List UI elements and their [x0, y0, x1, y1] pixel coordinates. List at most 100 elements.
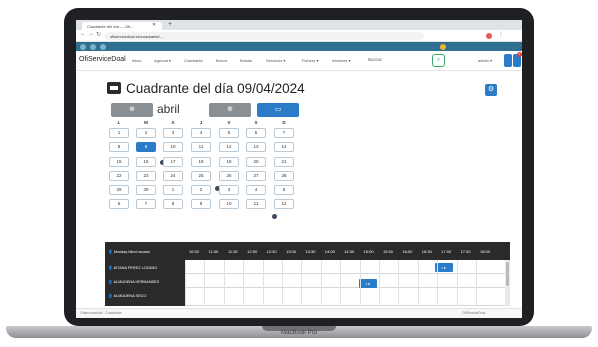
weekday-label: M	[144, 120, 148, 125]
menu-item-informes[interactable]: Informes ▾	[332, 58, 351, 63]
hour-label: 14:30	[344, 249, 355, 254]
hour-label: 12:30	[266, 249, 277, 254]
model-label: MacBook Pro	[280, 330, 317, 336]
calendar-day[interactable]: 10	[163, 142, 183, 152]
calendar-day[interactable]: 18	[191, 157, 211, 167]
menu-item-bolsas[interactable]: Bolsas	[240, 58, 252, 63]
calendar-day[interactable]: 8	[109, 142, 129, 152]
calendar-day[interactable]: 15	[109, 157, 129, 167]
bookmark-icon[interactable]	[100, 44, 106, 50]
worker-name[interactable]: 👤 ALMUDENA SECO	[105, 288, 185, 306]
bookmark-icon[interactable]	[90, 44, 96, 50]
tab-strip: Cuadrante del día — Ofi... ✕ +	[76, 20, 522, 30]
calendar-day[interactable]: 13	[246, 142, 266, 152]
schedule-row: 👤 ALMUDENA SECO	[105, 288, 510, 306]
calendar-day[interactable]: 5	[274, 185, 294, 195]
calendar-day[interactable]: 2	[136, 128, 156, 138]
hour-label: 13:00	[285, 249, 296, 254]
prev-month-button[interactable]: ⊕	[111, 103, 153, 117]
calendar-day[interactable]: 26	[219, 171, 239, 181]
calendar-day[interactable]: 6	[109, 199, 129, 209]
browser-menu-icon[interactable]: ⋮	[498, 31, 504, 38]
calendar-day[interactable]: 1	[163, 185, 183, 195]
back-icon[interactable]: ←	[80, 31, 86, 37]
brand-logo[interactable]: OfiServiceDoal	[79, 56, 126, 63]
url-field[interactable]: ofiservicedoal.es/cuadrante/...	[104, 32, 424, 40]
calendar-day[interactable]: 29	[109, 185, 129, 195]
calendar-day[interactable]: 1	[109, 128, 129, 138]
bookmark-icon[interactable]	[80, 44, 86, 50]
reload-icon[interactable]: ↻	[96, 31, 101, 38]
calendar-day[interactable]: 28	[274, 171, 294, 181]
menu-item-servicios[interactable]: Servicios ▾	[266, 58, 285, 63]
bookmark-icon[interactable]	[440, 44, 446, 50]
hour-label: 15:00	[363, 249, 374, 254]
calendar-day[interactable]: 5	[219, 128, 239, 138]
calendar-day[interactable]: 19	[219, 157, 239, 167]
calendar-day[interactable]: 14	[274, 142, 294, 152]
calendar-day[interactable]: 22	[109, 171, 129, 181]
browser-tab[interactable]: Cuadrante del día — Ofi...	[82, 22, 162, 30]
calendar-day[interactable]: 10	[219, 199, 239, 209]
search-input[interactable]: Buscar	[368, 57, 382, 62]
calendar-button[interactable]	[504, 54, 512, 67]
new-tab-icon[interactable]: +	[168, 21, 172, 28]
calendar-day[interactable]: 21	[274, 157, 294, 167]
grid-line	[204, 260, 206, 306]
calendar-day[interactable]: 20	[246, 157, 266, 167]
app-navbar: OfiServiceDoal Inicio Agenda ▾ Cuadrante…	[76, 51, 522, 71]
worker-name[interactable]: 👤 AITANA PEREZ LOZANO	[105, 260, 185, 274]
calendar-day[interactable]: 4	[191, 128, 211, 138]
user-icon: 👤	[108, 280, 113, 284]
calendar-day[interactable]: 9	[191, 199, 211, 209]
screen: Cuadrante del día — Ofi... ✕ + ← → ↻ ofi…	[76, 20, 522, 318]
close-tab-icon[interactable]: ✕	[152, 22, 156, 28]
calendar-day[interactable]: 23	[136, 171, 156, 181]
menu-item-bonos[interactable]: Bonos	[216, 58, 227, 63]
calendar-day[interactable]: 4	[246, 185, 266, 195]
menu-item-cuadrante[interactable]: Cuadrante	[184, 58, 203, 63]
user-icon: 👤	[108, 294, 113, 298]
grid-line	[262, 260, 264, 306]
scrollbar-thumb[interactable]	[506, 262, 509, 286]
calendar-day[interactable]: 25	[191, 171, 211, 181]
today-button[interactable]: ▭	[257, 103, 299, 117]
calendar-day[interactable]: 7	[274, 128, 294, 138]
menu-item-inicio[interactable]: Inicio	[132, 58, 141, 63]
weekday-label: L	[117, 120, 121, 125]
weekday-label: D	[282, 120, 286, 125]
calendar-day[interactable]: 27	[246, 171, 266, 181]
calendar-day[interactable]: 9	[136, 142, 156, 152]
calendar-day[interactable]: 11	[246, 199, 266, 209]
calendar-day[interactable]: 8	[163, 199, 183, 209]
settings-button[interactable]: ⚙	[485, 84, 497, 96]
profile-icon[interactable]	[486, 33, 492, 39]
hour-label: 17:30	[460, 249, 471, 254]
calendar-day[interactable]: 17	[163, 157, 183, 167]
calendar-day[interactable]: 24	[163, 171, 183, 181]
search-button[interactable]: ⌕	[432, 54, 445, 67]
calendar-day[interactable]: 3	[163, 128, 183, 138]
worker-name[interactable]: 👤 ALMUDENA HERNANDEZ	[105, 274, 185, 288]
menu-item-fichero[interactable]: Fichero ▾	[302, 58, 318, 63]
calendar-day[interactable]: 6	[246, 128, 266, 138]
calendar-day[interactable]: 12	[274, 199, 294, 209]
next-month-button[interactable]: ⊕	[209, 103, 251, 117]
calendar-day[interactable]: 12	[219, 142, 239, 152]
calendar-day[interactable]: 2	[191, 185, 211, 195]
calendar-day[interactable]: 30	[136, 185, 156, 195]
grid-line	[185, 260, 186, 306]
footer-right-text: OfiServiceDoal	[462, 311, 486, 315]
event-icon: ▪ ▸	[441, 265, 447, 270]
schedule-event[interactable]: ▪ ▸	[359, 279, 377, 288]
calendar-day[interactable]: 3	[219, 185, 239, 195]
menu-item-agenda[interactable]: Agenda ▾	[154, 58, 171, 63]
hour-label: 11:00	[208, 249, 219, 254]
forward-icon[interactable]: →	[88, 31, 94, 37]
notification-badge: 2	[517, 52, 522, 57]
calendar-day[interactable]: 11	[191, 142, 211, 152]
search-icon: ⌕	[436, 57, 441, 63]
user-menu[interactable]: admin ▾	[478, 58, 492, 63]
calendar-day[interactable]: 16	[136, 157, 156, 167]
calendar-day[interactable]: 7	[136, 199, 156, 209]
